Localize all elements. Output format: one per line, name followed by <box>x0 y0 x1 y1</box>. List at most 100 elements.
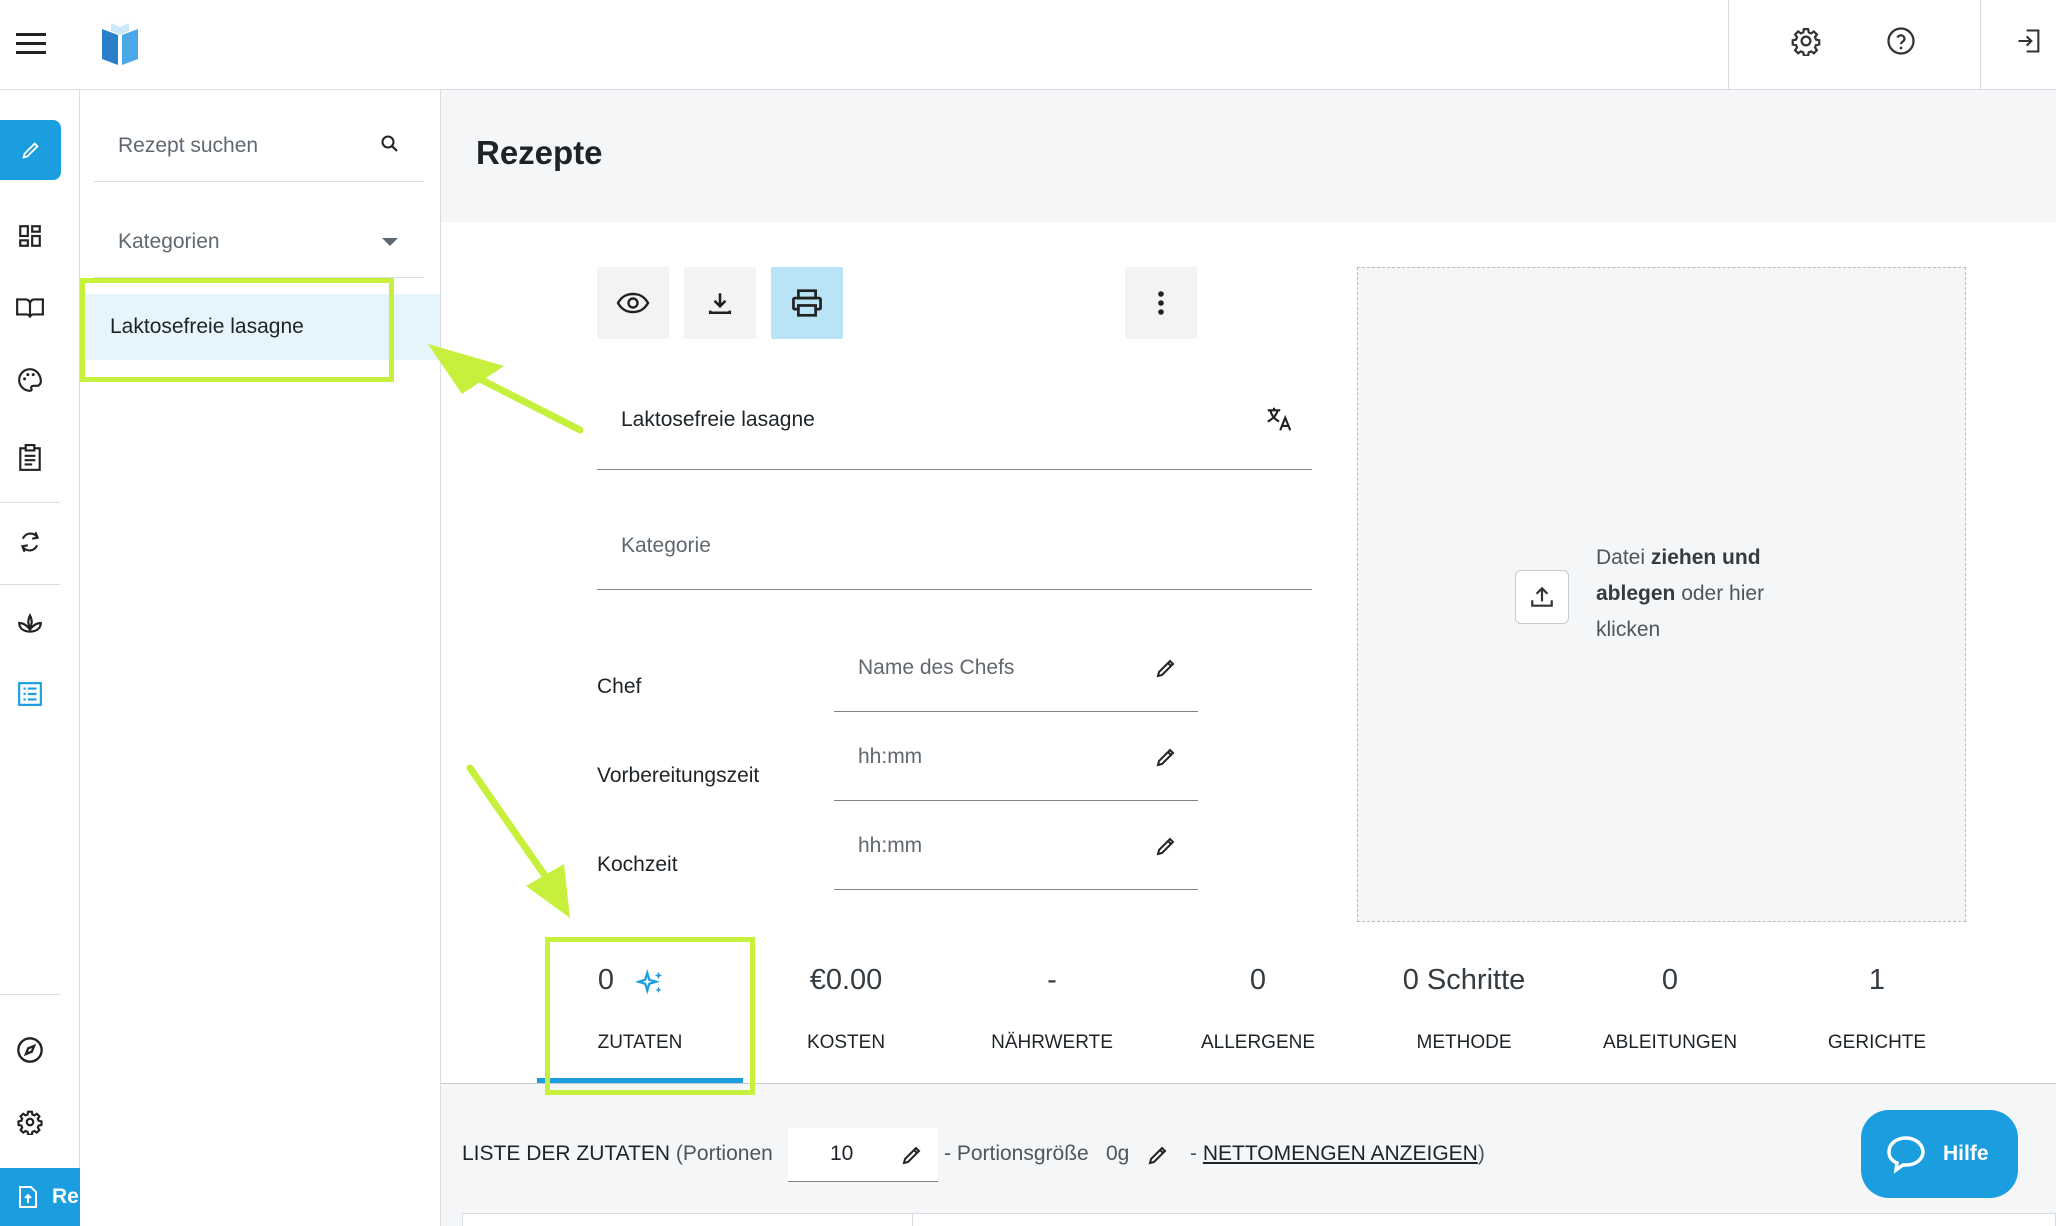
close-paren: ) <box>1477 1142 1485 1165</box>
pencil-icon[interactable] <box>900 1143 924 1167</box>
settings-gear-icon[interactable] <box>1789 24 1823 58</box>
new-recipe-label: Re <box>52 1185 79 1208</box>
nav-plant-button[interactable] <box>0 593 60 653</box>
dropzone-text: Datei ziehen und ablegen oder hier klick… <box>1596 540 1796 648</box>
net-prefix: - <box>1190 1142 1197 1165</box>
help-circle-icon[interactable] <box>1884 24 1918 58</box>
tab-costs-value: €0.00 <box>809 964 883 996</box>
tab-nutrition[interactable]: - NÄHRWERTE <box>957 960 1147 1080</box>
tab-dishes-label: GERICHTE <box>1827 1032 1927 1053</box>
cook-time-input[interactable]: hh:mm <box>834 812 1198 890</box>
more-vertical-icon <box>1158 291 1164 315</box>
download-icon <box>708 293 732 315</box>
prep-time-placeholder: hh:mm <box>858 745 923 768</box>
categories-label: Kategorien <box>118 229 220 253</box>
pencil-icon[interactable] <box>1154 745 1178 769</box>
cook-time-label: Kochzeit <box>597 853 678 876</box>
recipe-search-placeholder: Rezept suchen <box>118 133 259 157</box>
pencil-icon[interactable] <box>1146 1143 1170 1167</box>
recipe-search-input[interactable]: Rezept suchen <box>94 110 424 182</box>
tab-method[interactable]: 0 Schritte METHODE <box>1369 960 1559 1080</box>
gear-icon <box>17 1110 43 1135</box>
logout-icon[interactable] <box>2012 24 2046 58</box>
tab-dishes[interactable]: 1 GERICHTE <box>1782 960 1972 1080</box>
tab-dishes-value: 1 <box>1868 964 1886 996</box>
translate-icon[interactable] <box>1264 404 1294 434</box>
nav-edit-button[interactable] <box>0 120 61 180</box>
nav-palette-button[interactable] <box>0 350 60 410</box>
new-recipe-button[interactable]: Re <box>0 1168 80 1226</box>
category-placeholder: Kategorie <box>621 534 711 557</box>
tab-nutrition-label: NÄHRWERTE <box>991 1032 1113 1053</box>
prep-time-input[interactable]: hh:mm <box>834 723 1198 801</box>
tab-method-label: METHODE <box>1416 1032 1512 1053</box>
sync-icon <box>20 531 40 553</box>
printer-icon <box>792 289 822 317</box>
page-title: Rezepte <box>476 134 603 171</box>
list-icon <box>18 682 42 706</box>
net-amounts-row: - NETTOMENGEN ANZEIGEN) <box>1190 1142 1485 1166</box>
recipe-name-field[interactable]: Laktosefreie lasagne <box>597 378 1312 470</box>
left-nav-rail: Re <box>0 90 80 1226</box>
page-header: Rezepte <box>441 90 2056 222</box>
pencil-icon[interactable] <box>1154 834 1178 858</box>
tab-nutrition-value: - <box>1047 964 1057 996</box>
show-net-amounts-link[interactable]: NETTOMENGEN ANZEIGEN <box>1203 1142 1478 1165</box>
app-logo-icon[interactable] <box>98 20 142 68</box>
ingredients-title-text: LISTE DER ZUTATEN <box>462 1142 671 1165</box>
recipe-name-value: Laktosefreie lasagne <box>621 408 815 431</box>
nav-list-button[interactable] <box>0 664 60 724</box>
portions-value: 10 <box>830 1142 854 1165</box>
compass-icon <box>17 1037 43 1063</box>
portion-size-text: - Portionsgröße <box>944 1142 1089 1165</box>
clipboard-icon <box>19 444 41 471</box>
print-button[interactable] <box>771 267 843 339</box>
nav-dashboard-button[interactable] <box>0 206 60 266</box>
pencil-icon[interactable] <box>1154 656 1178 680</box>
nav-sync-button[interactable] <box>0 512 60 572</box>
image-dropzone[interactable]: Datei ziehen und ablegen oder hier klick… <box>1357 267 1966 922</box>
dashboard-icon <box>19 225 41 247</box>
chef-name-placeholder: Name des Chefs <box>858 656 1015 679</box>
chat-bubble-icon <box>1887 1136 1925 1174</box>
nav-settings-button[interactable] <box>0 1092 60 1152</box>
nav-explore-button[interactable] <box>0 1020 60 1080</box>
top-bar <box>0 0 2056 90</box>
tab-derivations-label: ABLEITUNGEN <box>1602 1032 1738 1053</box>
open-book-icon <box>16 298 44 318</box>
category-field[interactable]: Kategorie <box>597 500 1312 590</box>
tab-costs[interactable]: €0.00 KOSTEN <box>751 960 941 1080</box>
dropzone-text-start: Datei <box>1596 546 1651 569</box>
chef-label: Chef <box>597 675 642 698</box>
download-button[interactable] <box>684 267 756 339</box>
tab-allergens-label: ALLERGENE <box>1200 1032 1316 1053</box>
tab-allergens-value: 0 <box>1249 964 1267 996</box>
plant-icon <box>18 613 42 633</box>
highlight-box-recipe <box>80 278 394 382</box>
categories-dropdown[interactable]: Kategorien <box>94 206 424 278</box>
eye-icon <box>616 292 650 314</box>
tab-costs-label: KOSTEN <box>806 1032 886 1053</box>
menu-icon[interactable] <box>14 26 48 60</box>
preview-button[interactable] <box>597 267 669 339</box>
upload-button[interactable] <box>1515 570 1569 624</box>
nav-book-button[interactable] <box>0 278 60 338</box>
search-icon[interactable] <box>380 134 400 154</box>
recipe-sidebar: Rezept suchen Kategorien Laktosefreie la… <box>80 90 441 1226</box>
pencil-icon <box>21 142 39 159</box>
more-options-button[interactable] <box>1125 267 1197 339</box>
chef-name-input[interactable]: Name des Chefs <box>834 634 1198 712</box>
palette-icon <box>18 368 42 392</box>
cook-time-placeholder: hh:mm <box>858 834 923 857</box>
ingredients-list-title: LISTE DER ZUTATEN (Portionen <box>462 1142 773 1166</box>
tab-derivations[interactable]: 0 ABLEITUNGEN <box>1575 960 1765 1080</box>
tab-allergens[interactable]: 0 ALLERGENE <box>1163 960 1353 1080</box>
help-chat-button[interactable]: Hilfe <box>1861 1110 2018 1198</box>
prep-time-label: Vorbereitungszeit <box>597 764 760 787</box>
upload-icon <box>1531 586 1553 607</box>
help-label: Hilfe <box>1943 1142 1989 1165</box>
ingredients-table-header <box>462 1213 2056 1226</box>
tab-method-value: 0 Schritte <box>1402 964 1526 996</box>
portions-input[interactable]: 10 <box>788 1128 938 1182</box>
nav-clipboard-button[interactable] <box>0 428 60 488</box>
